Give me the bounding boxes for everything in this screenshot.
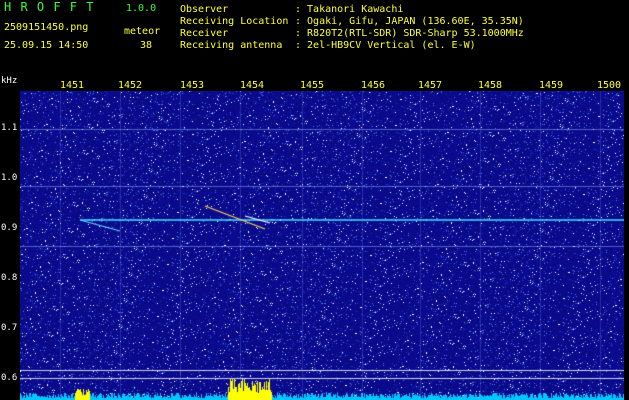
y-tick-label: 1.0 bbox=[1, 173, 18, 183]
y-tick-label: 0.7 bbox=[1, 323, 18, 333]
app-title: H R O F F T bbox=[4, 0, 95, 14]
meteor-label: meteor bbox=[124, 26, 161, 37]
info-value-antenna: : 2el-HB9CV Vertical (el. E-W) bbox=[295, 40, 476, 51]
x-tick-label: 1455 bbox=[300, 80, 325, 91]
info-value-observer: : Takanori Kawachi bbox=[295, 4, 404, 15]
header-panel: H R O F F T 1.0.0 2509151450.png meteor … bbox=[0, 0, 629, 78]
meteor-count: 38 bbox=[140, 40, 153, 51]
x-tick-label: 1459 bbox=[539, 80, 564, 91]
info-key-receiver: Receiver bbox=[180, 28, 229, 39]
info-value-receiver: : R820T2(RTL-SDR) SDR-Sharp 53.1000MHz bbox=[295, 28, 524, 39]
app-version: 1.0.0 bbox=[126, 3, 157, 14]
x-tick-label: 1457 bbox=[418, 80, 443, 91]
y-axis: 1.1 1.0 0.9 0.8 0.7 0.6 bbox=[0, 91, 20, 400]
file-name: 2509151450.png bbox=[4, 22, 89, 33]
info-key-antenna: Receiving antenna bbox=[180, 40, 283, 51]
x-tick-label: 1456 bbox=[361, 80, 386, 91]
spectrogram-canvas bbox=[20, 91, 624, 400]
spectrogram-plot bbox=[20, 91, 624, 400]
y-tick-label: 0.9 bbox=[1, 223, 18, 233]
file-datetime: 25.09.15 14:50 bbox=[4, 40, 89, 51]
x-tick-label: 1451 bbox=[60, 80, 85, 91]
y-axis-unit: kHz bbox=[1, 76, 18, 86]
x-tick-label: 1500 bbox=[597, 80, 622, 91]
x-tick-label: 1458 bbox=[478, 80, 503, 91]
info-value-location: : Ogaki, Gifu, JAPAN (136.60E, 35.35N) bbox=[295, 16, 524, 27]
x-tick-label: 1454 bbox=[240, 80, 265, 91]
x-tick-label: 1453 bbox=[180, 80, 205, 91]
y-tick-label: 0.6 bbox=[1, 373, 18, 383]
info-key-location: Receiving Location bbox=[180, 16, 289, 27]
x-tick-label: 1452 bbox=[118, 80, 143, 91]
info-key-observer: Observer bbox=[180, 4, 229, 15]
y-tick-label: 1.1 bbox=[1, 123, 18, 133]
y-tick-label: 0.8 bbox=[1, 273, 18, 283]
